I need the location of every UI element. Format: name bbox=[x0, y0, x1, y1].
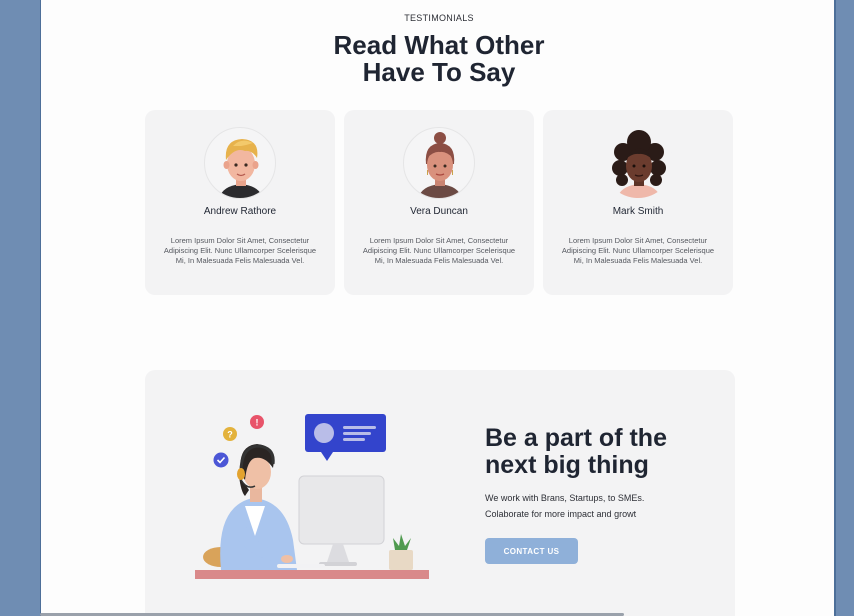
cta-description-line-1: We work with Brans, Startups, to SMEs. bbox=[485, 493, 645, 503]
section-eyebrow: TESTIMONIALS bbox=[404, 13, 474, 23]
woman-avatar-icon bbox=[418, 132, 462, 198]
testimonial-text: Lorem Ipsum Dolor Sit Amet, Consectetur … bbox=[163, 236, 317, 265]
testimonial-card: Andrew Rathore Lorem Ipsum Dolor Sit Ame… bbox=[145, 110, 335, 295]
avatar bbox=[403, 127, 475, 199]
cta-section: ! ? Be a part of the next big thing We w… bbox=[145, 370, 735, 616]
svg-text:?: ? bbox=[227, 430, 233, 440]
cta-title-line-2: next big thing bbox=[485, 451, 649, 479]
heading-line-1: Read What Other bbox=[333, 30, 545, 60]
cta-title: Be a part of the next big thing bbox=[485, 425, 725, 479]
cta-title-line-1: Be a part of the bbox=[485, 424, 667, 452]
contact-us-button[interactable]: CONTACT US bbox=[485, 538, 578, 564]
testimonial-name: Vera Duncan bbox=[410, 206, 468, 217]
svg-text:!: ! bbox=[256, 418, 259, 428]
avatar bbox=[602, 127, 674, 199]
blond-man-avatar-icon bbox=[219, 139, 263, 198]
support-agent-illustration-icon: ! ? bbox=[195, 414, 429, 579]
testimonial-text: Lorem Ipsum Dolor Sit Amet, Consectetur … bbox=[362, 236, 516, 265]
page: TESTIMONIALS Read What Other Have To Say… bbox=[40, 0, 836, 616]
testimonial-card: Mark Smith Lorem Ipsum Dolor Sit Amet, C… bbox=[543, 110, 733, 295]
testimonial-name: Mark Smith bbox=[612, 206, 664, 217]
heading-line-2: Have To Say bbox=[362, 57, 516, 87]
cta-description-line-2: Colaborate for more impact and growt bbox=[485, 509, 637, 519]
avatar bbox=[204, 127, 276, 199]
check-badge-icon bbox=[213, 452, 229, 468]
support-agent-illustration: ! ? bbox=[193, 410, 433, 580]
curly-hair-avatar-icon bbox=[612, 130, 666, 198]
testimonial-name: Andrew Rathore bbox=[203, 206, 277, 217]
testimonial-card: Vera Duncan Lorem Ipsum Dolor Sit Amet, … bbox=[344, 110, 534, 295]
section-heading: Read What Other Have To Say bbox=[41, 32, 837, 86]
testimonial-text: Lorem Ipsum Dolor Sit Amet, Consectetur … bbox=[561, 236, 715, 265]
